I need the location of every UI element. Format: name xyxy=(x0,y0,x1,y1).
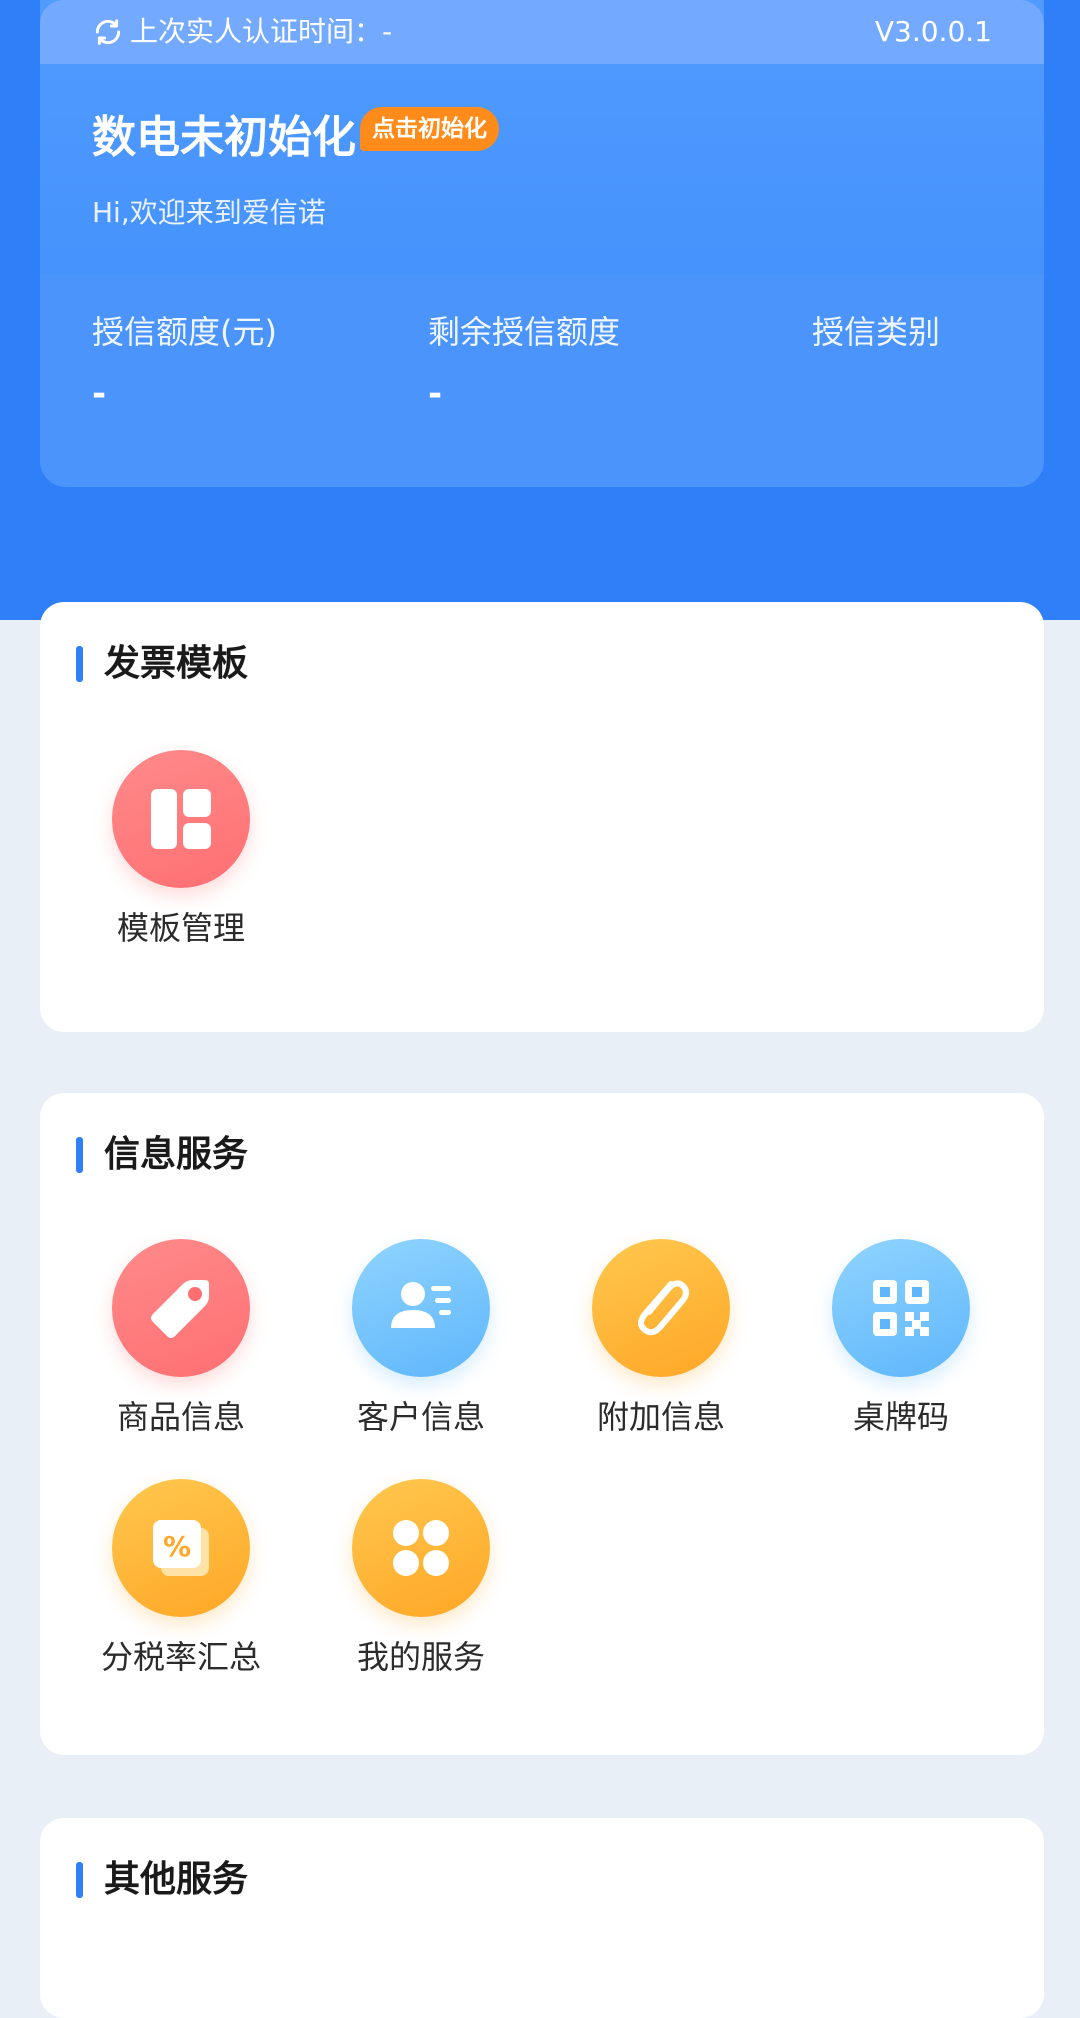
customer-info-tile[interactable]: 客户信息 xyxy=(321,1239,521,1439)
section-title-other-service: 其他服务 xyxy=(104,1859,249,1900)
contact-card-icon xyxy=(352,1239,490,1377)
tile-label: 我的服务 xyxy=(356,1638,485,1676)
section-title-invoice-template: 发票模板 xyxy=(104,643,249,684)
account-summary-card: 上次实人认证时间：- V3.0.0.1 数电未初始化 点击初始化 Hi,欢迎来到… xyxy=(40,0,1044,487)
product-info-tile[interactable]: 商品信息 xyxy=(81,1239,281,1439)
template-layout-icon xyxy=(112,750,250,888)
my-services-tile[interactable]: 我的服务 xyxy=(321,1479,521,1679)
template-management-tile[interactable]: 模板管理 xyxy=(81,750,281,950)
info-service-card: 信息服务 商品信息 客户信息 附加信息 桌牌码 % 分税率汇总 我的服务 xyxy=(40,1093,1044,1755)
remaining-credit-label: 剩余授信额度 xyxy=(428,313,621,351)
other-service-card: 其他服务 xyxy=(40,1818,1044,2018)
invoice-template-card: 发票模板 模板管理 xyxy=(40,602,1044,1032)
credit-limit-value: - xyxy=(92,374,107,414)
qr-code-icon xyxy=(832,1239,970,1377)
initialize-button[interactable]: 点击初始化 xyxy=(360,107,499,151)
credit-panel: 授信额度(元) - 剩余授信额度 - 授信类别 xyxy=(40,274,1044,487)
tile-label: 分税率汇总 xyxy=(100,1638,261,1676)
remaining-credit-value: - xyxy=(428,374,443,414)
welcome-text: Hi,欢迎来到爱信诺 xyxy=(92,196,326,229)
section-accent-bar xyxy=(76,1137,83,1173)
tile-label: 桌牌码 xyxy=(852,1398,949,1436)
refresh-icon[interactable] xyxy=(92,16,124,48)
tag-icon xyxy=(112,1239,250,1377)
percent-doc-icon: % xyxy=(112,1479,250,1617)
app-version: V3.0.0.1 xyxy=(874,15,992,48)
tile-label: 客户信息 xyxy=(356,1398,485,1436)
credit-limit-label: 授信额度(元) xyxy=(92,313,277,351)
credit-category-label: 授信类别 xyxy=(812,313,941,351)
einvoice-status-title: 数电未初始化 xyxy=(92,112,356,163)
tile-label: 模板管理 xyxy=(116,909,245,947)
grid-clover-icon xyxy=(352,1479,490,1617)
section-title-info-service: 信息服务 xyxy=(104,1134,249,1175)
tile-label: 商品信息 xyxy=(116,1398,245,1436)
auth-status-bar: 上次实人认证时间：- V3.0.0.1 xyxy=(40,0,1044,64)
svg-text:%: % xyxy=(163,1530,191,1563)
additional-info-tile[interactable]: 附加信息 xyxy=(561,1239,761,1439)
section-accent-bar xyxy=(76,1862,83,1898)
table-code-tile[interactable]: 桌牌码 xyxy=(801,1239,1001,1439)
tile-label: 附加信息 xyxy=(596,1398,725,1436)
tax-rate-summary-tile[interactable]: % 分税率汇总 xyxy=(81,1479,281,1679)
last-auth-time: 上次实人认证时间：- xyxy=(130,15,393,48)
paperclip-icon xyxy=(592,1239,730,1377)
section-accent-bar xyxy=(76,646,83,682)
